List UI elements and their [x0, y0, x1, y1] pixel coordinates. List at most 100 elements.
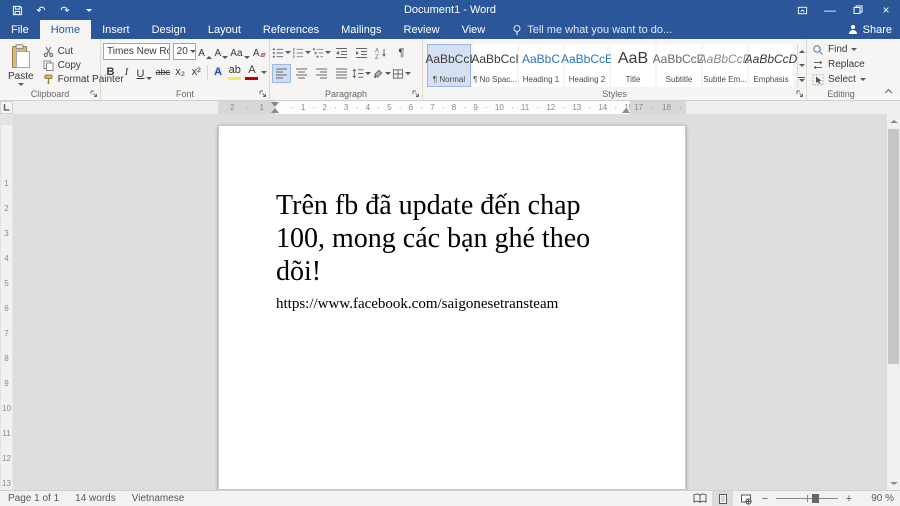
paragraph-dialog-launcher[interactable] [411, 89, 420, 98]
borders-button[interactable] [392, 64, 411, 83]
tab-view[interactable]: View [451, 20, 497, 39]
tab-file[interactable]: File [0, 20, 40, 39]
align-center-button[interactable] [292, 64, 311, 83]
styles-scroll-up-button[interactable] [798, 44, 805, 58]
hanging-indent-marker[interactable] [271, 108, 279, 113]
print-layout-button[interactable] [712, 491, 733, 506]
clipboard-dialog-launcher[interactable] [89, 89, 98, 98]
restore-button[interactable] [844, 0, 872, 20]
tab-mailings[interactable]: Mailings [330, 20, 392, 39]
collapse-ribbon-button[interactable] [882, 86, 894, 96]
chevron-down-icon[interactable] [261, 71, 267, 74]
horizontal-ruler[interactable]: 2 · 1 · · 1 · 2 · 3 · 4 · 5 · 6 · 7 · 8 … [218, 101, 686, 114]
select-button[interactable]: Select [809, 72, 873, 87]
tell-me-box[interactable]: Tell me what you want to do... [512, 20, 672, 39]
close-button[interactable]: × [872, 0, 900, 20]
page[interactable]: Trên fb đã update đến chap 100, mong các… [218, 125, 686, 490]
tab-insert[interactable]: Insert [91, 20, 141, 39]
restore-icon [853, 5, 863, 15]
italic-button[interactable]: I [119, 62, 134, 82]
shading-button[interactable] [372, 64, 391, 83]
sort-button[interactable]: AZ [372, 43, 391, 62]
style-heading-2[interactable]: AaBbCcE Heading 2 [565, 44, 609, 87]
find-button[interactable]: Find [809, 42, 873, 57]
text-effects-button[interactable]: A [211, 62, 226, 82]
align-center-icon [295, 68, 308, 79]
increase-indent-button[interactable] [352, 43, 371, 62]
zoom-in-button[interactable]: + [842, 493, 856, 505]
clear-formatting-button[interactable]: A [251, 43, 267, 60]
style-heading-1[interactable]: AaBbC Heading 1 [519, 44, 563, 87]
styles-scroll-down-button[interactable] [798, 58, 805, 72]
scrollbar-thumb[interactable] [888, 129, 899, 364]
ribbon-display-options-button[interactable] [788, 0, 816, 20]
align-left-button[interactable] [272, 64, 291, 83]
underline-button[interactable]: U [135, 62, 153, 82]
shrink-font-button[interactable]: A [214, 43, 229, 60]
replace-button[interactable]: Replace [809, 57, 873, 72]
strikethrough-button[interactable]: abc [154, 62, 172, 82]
style-title[interactable]: AaB Title [611, 44, 655, 87]
style-subtitle[interactable]: AaBbCcD Subtitle [657, 44, 701, 87]
first-line-indent-marker[interactable] [271, 102, 279, 107]
change-case-button[interactable]: Aa [230, 43, 250, 60]
redo-button[interactable]: ↷ [54, 0, 76, 20]
document-link-text[interactable]: https://www.facebook.com/saigonesetranst… [276, 296, 685, 313]
scroll-down-button[interactable] [887, 476, 900, 490]
line-spacing-button[interactable] [352, 64, 371, 83]
page-indicator[interactable]: Page 1 of 1 [0, 493, 67, 504]
decrease-indent-button[interactable] [332, 43, 351, 62]
superscript-button[interactable]: x² [189, 62, 204, 82]
tab-selector[interactable] [0, 101, 13, 114]
font-family-select[interactable]: Times New Ro [103, 43, 170, 60]
chevron-down-icon [365, 72, 371, 75]
bullets-button[interactable] [272, 43, 291, 62]
web-layout-button[interactable] [735, 491, 756, 506]
scissors-icon [43, 46, 54, 57]
font-size-select[interactable]: 20 [173, 43, 197, 60]
show-hide-paragraph-button[interactable]: ¶ [392, 43, 411, 62]
tab-layout[interactable]: Layout [197, 20, 252, 39]
font-color-button[interactable]: A [244, 62, 260, 82]
tab-home[interactable]: Home [40, 20, 91, 39]
save-button[interactable] [6, 0, 28, 20]
subscript-button[interactable]: x₂ [173, 62, 188, 82]
zoom-level[interactable]: 90 % [858, 493, 894, 504]
style-no-spacing[interactable]: AaBbCcI ¶ No Spac... [473, 44, 517, 87]
language-indicator[interactable]: Vietnamese [124, 493, 193, 504]
font-dialog-launcher[interactable] [258, 89, 267, 98]
right-indent-marker[interactable] [622, 108, 630, 113]
vertical-scrollbar[interactable] [886, 114, 900, 490]
scroll-up-button[interactable] [887, 114, 900, 128]
zoom-slider-thumb[interactable] [812, 494, 819, 503]
styles-more-button[interactable] [798, 73, 805, 87]
zoom-slider[interactable] [776, 491, 838, 506]
sort-icon: AZ [375, 47, 388, 59]
zoom-out-button[interactable]: − [758, 493, 772, 505]
align-right-button[interactable] [312, 64, 331, 83]
numbering-button[interactable] [292, 43, 311, 62]
tab-review[interactable]: Review [393, 20, 451, 39]
justify-button[interactable] [332, 64, 351, 83]
word-count[interactable]: 14 words [67, 493, 124, 504]
style-subtle-emphasis[interactable]: AaBbCcD Subtle Em... [703, 44, 747, 87]
paste-button[interactable]: Paste [2, 41, 40, 87]
multilevel-list-button[interactable] [312, 43, 331, 62]
vertical-ruler[interactable]: 1 2 3 4 5 6 7 8 9 10 11 12 13 [0, 114, 13, 490]
minimize-button[interactable]: — [816, 0, 844, 20]
styles-dialog-launcher[interactable] [795, 89, 804, 98]
tab-references[interactable]: References [252, 20, 330, 39]
style-emphasis[interactable]: AaBbCcD Emphasis [749, 44, 793, 87]
highlight-color-button[interactable]: ab [227, 62, 243, 82]
grow-font-button[interactable]: A [197, 43, 212, 60]
bold-button[interactable]: B [103, 62, 118, 82]
editing-group-label: Editing [807, 88, 875, 100]
share-button[interactable]: Share [848, 20, 892, 39]
chevron-down-icon [860, 78, 866, 81]
customize-qat-button[interactable] [78, 0, 100, 20]
style-normal[interactable]: AaBbCcI ¶ Normal [427, 44, 471, 87]
tab-design[interactable]: Design [141, 20, 197, 39]
undo-button[interactable]: ↶ [30, 0, 52, 20]
document-paragraph[interactable]: Trên fb đã update đến chap 100, mong các… [276, 189, 608, 288]
read-mode-button[interactable] [689, 491, 710, 506]
